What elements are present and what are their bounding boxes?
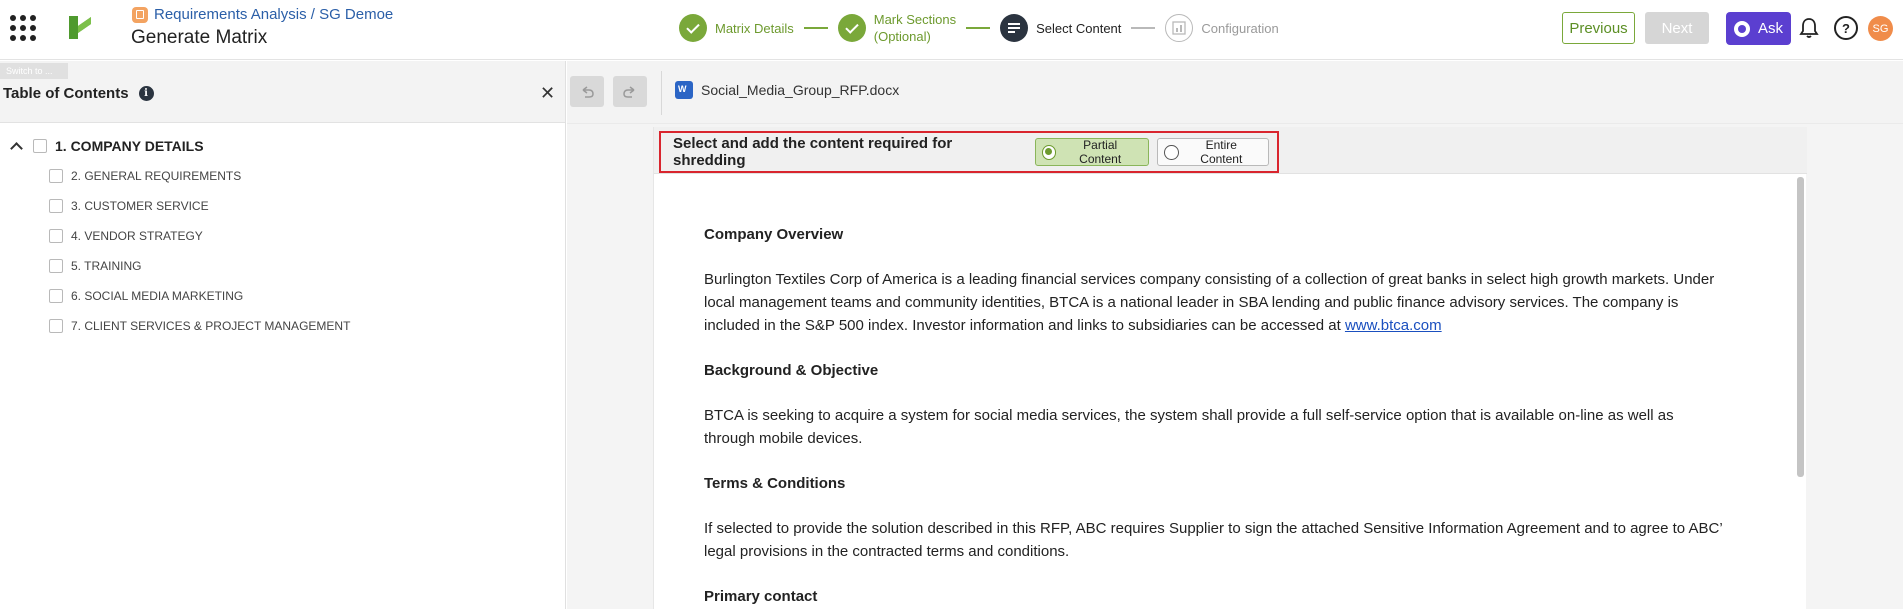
toc-title: Table of Contents i	[3, 85, 154, 102]
toc-tree: 1. COMPANY DETAILS 2. GENERAL REQUIREMEN…	[0, 123, 565, 341]
toc-checkbox[interactable]	[49, 169, 63, 183]
section-heading: Background & Objective	[704, 362, 879, 379]
scrollbar[interactable]	[1797, 177, 1804, 477]
step-select-content[interactable]: Select Content	[1000, 14, 1121, 42]
next-button[interactable]: Next	[1645, 12, 1709, 44]
toc-item-label: 7. CLIENT SERVICES & PROJECT MANAGEMENT	[71, 319, 351, 333]
toc-checkbox[interactable]	[49, 319, 63, 333]
company-link[interactable]: www.btca.com	[1345, 317, 1442, 334]
help-icon[interactable]: ?	[1834, 16, 1858, 40]
stepper: Matrix Details Mark Sections (Optional) …	[679, 10, 1279, 46]
redo-icon	[623, 85, 635, 98]
step-connector	[966, 27, 991, 29]
ask-button[interactable]: Ask	[1726, 12, 1791, 45]
check-icon	[837, 14, 866, 42]
switch-to-button[interactable]: Switch to ...	[0, 63, 68, 79]
list-icon	[1000, 14, 1029, 42]
redo-button[interactable]	[613, 76, 647, 107]
toolbar-divider	[661, 71, 662, 115]
step-label: Configuration	[1201, 20, 1279, 36]
toc-item-label: 5. TRAINING	[71, 259, 142, 273]
step-matrix-details[interactable]: Matrix Details	[679, 14, 794, 42]
partial-content-option[interactable]: Partial Content	[1034, 138, 1150, 166]
avatar[interactable]: SG	[1868, 16, 1893, 41]
document-toolbar: Social_Media_Group_RFP.docx	[567, 61, 1903, 124]
toc-item[interactable]: 3. CUSTOMER SERVICE	[0, 191, 565, 221]
section-paragraph: If selected to provide the solution desc…	[704, 520, 1723, 560]
entire-content-option[interactable]: Entire Content	[1157, 138, 1269, 166]
toc-checkbox[interactable]	[49, 229, 63, 243]
file-name: Social_Media_Group_RFP.docx	[701, 82, 900, 98]
section-heading: Company Overview	[704, 226, 844, 243]
undo-button[interactable]	[570, 76, 604, 107]
step-connector	[803, 27, 828, 29]
ask-icon	[1733, 20, 1750, 37]
chart-icon	[1165, 14, 1194, 42]
ask-label: Ask	[1757, 20, 1783, 37]
toc-item[interactable]: 6. SOCIAL MEDIA MARKETING	[0, 281, 565, 311]
toc-item-label: 1. COMPANY DETAILS	[55, 138, 204, 154]
section-heading: Primary contact	[704, 588, 818, 605]
toc-item-label: 3. CUSTOMER SERVICE	[71, 199, 209, 213]
toc-item-label: 4. VENDOR STRATEGY	[71, 229, 203, 243]
step-label-line1: Mark Sections	[873, 12, 957, 27]
option-label: Entire Content	[1200, 138, 1243, 166]
bell-icon[interactable]	[1797, 16, 1821, 40]
document-content[interactable]: Company Overview Burlington Textiles Cor…	[704, 223, 1724, 609]
paragraph-text: Burlington Textiles Corp of America is a…	[704, 271, 1715, 334]
section-heading: Terms & Conditions	[704, 475, 846, 492]
toc-item-label: 2. GENERAL REQUIREMENTS	[71, 169, 242, 183]
toc-item[interactable]: 2. GENERAL REQUIREMENTS	[0, 161, 565, 191]
document-page: Select and add the content required for …	[653, 127, 1807, 609]
document-viewer: Social_Media_Group_RFP.docx Select and a…	[567, 61, 1903, 609]
toc-item-label: 6. SOCIAL MEDIA MARKETING	[71, 289, 244, 303]
chevron-up-icon[interactable]	[10, 141, 23, 155]
toc-item[interactable]: 4. VENDOR STRATEGY	[0, 221, 565, 251]
step-label: Mark Sections (Optional)	[874, 11, 956, 45]
toc-title-text: Table of Contents	[3, 85, 129, 102]
breadcrumb[interactable]: Requirements Analysis / SG Demoe	[132, 6, 393, 23]
step-configuration[interactable]: Configuration	[1165, 14, 1279, 42]
step-label-line2: (Optional)	[873, 29, 931, 44]
radio-unselected-icon	[1164, 144, 1179, 160]
file-tab[interactable]: Social_Media_Group_RFP.docx	[675, 81, 899, 99]
app-launcher-icon[interactable]	[8, 13, 36, 41]
word-file-icon	[675, 81, 693, 99]
toc-checkbox[interactable]	[49, 289, 63, 303]
toc-item[interactable]: 1. COMPANY DETAILS	[0, 131, 565, 161]
step-connector	[1131, 27, 1156, 29]
toc-checkbox[interactable]	[49, 259, 63, 273]
section-paragraph: BTCA is seeking to acquire a system for …	[704, 407, 1674, 447]
previous-button[interactable]: Previous	[1562, 12, 1635, 44]
option-label: Partial Content	[1079, 138, 1122, 166]
table-of-contents-panel: Switch to ... Table of Contents i ✕ 1. C…	[0, 61, 566, 609]
check-icon	[679, 14, 707, 42]
content-mode-bar: Select and add the content required for …	[654, 127, 1807, 174]
toc-item[interactable]: 5. TRAINING	[0, 251, 565, 281]
project-icon	[132, 6, 148, 23]
content-mode-selector: Select and add the content required for …	[659, 131, 1279, 173]
radio-selected-icon	[1041, 144, 1057, 160]
mode-prompt: Select and add the content required for …	[673, 135, 953, 169]
close-icon[interactable]: ✕	[540, 83, 555, 104]
step-label: Select Content	[1036, 20, 1122, 36]
breadcrumb-text[interactable]: Requirements Analysis / SG Demoe	[154, 6, 393, 23]
toc-checkbox[interactable]	[33, 139, 47, 153]
step-label: Matrix Details	[715, 20, 794, 36]
logo-icon	[69, 16, 91, 39]
toc-header: Switch to ... Table of Contents i ✕	[0, 61, 565, 123]
top-bar: Requirements Analysis / SG Demoe Generat…	[0, 0, 1903, 60]
page-title: Generate Matrix	[131, 27, 268, 48]
undo-icon	[582, 85, 594, 98]
toc-checkbox[interactable]	[49, 199, 63, 213]
step-mark-sections[interactable]: Mark Sections (Optional)	[837, 11, 956, 45]
info-icon[interactable]: i	[138, 86, 154, 101]
section-paragraph: Burlington Textiles Corp of America is a…	[704, 268, 1724, 337]
toc-item[interactable]: 7. CLIENT SERVICES & PROJECT MANAGEMENT	[0, 311, 565, 341]
